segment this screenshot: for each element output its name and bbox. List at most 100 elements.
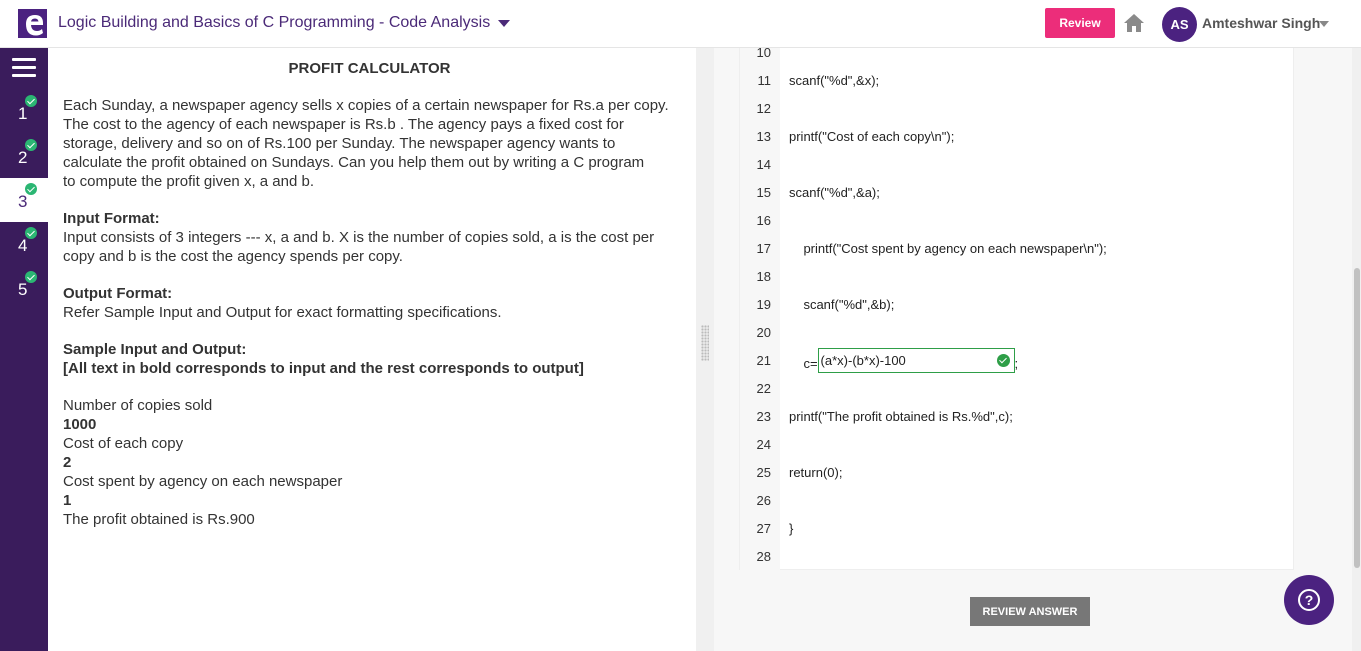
code-suffix: ; bbox=[1014, 355, 1019, 371]
line-number: 10 bbox=[756, 45, 771, 60]
question-number: 1 bbox=[18, 104, 28, 123]
question-number: 2 bbox=[18, 148, 28, 167]
description-line: calculate the profit obtained on Sundays… bbox=[63, 154, 645, 171]
user-name[interactable]: Amteshwar Singh bbox=[1202, 15, 1320, 31]
question-nav-3[interactable]: 3 bbox=[0, 178, 48, 222]
code-line: 21 c= (a*x)-(b*x)-100; bbox=[740, 348, 1295, 380]
menu-icon[interactable] bbox=[12, 58, 36, 78]
line-number: 28 bbox=[756, 549, 771, 564]
sample-note: [All text in bold corresponds to input a… bbox=[63, 360, 584, 377]
code-line: 23 printf("The profit obtained is Rs.%d",… bbox=[740, 408, 1295, 436]
code-line: 17 printf("Cost spent by agency on each … bbox=[740, 240, 1295, 268]
code-text: printf("The profit obtained is Rs.%d",c)… bbox=[789, 409, 1013, 424]
code-line: 12 bbox=[740, 100, 1295, 128]
code-prefix: c= bbox=[789, 355, 818, 371]
question-number: 5 bbox=[18, 280, 28, 299]
check-icon bbox=[25, 271, 37, 283]
output-format-section: Output Format: Refer Sample Input and Ou… bbox=[63, 284, 688, 322]
code-line: 24 bbox=[740, 436, 1295, 464]
line-number: 20 bbox=[756, 325, 771, 340]
code-line: 22 bbox=[740, 380, 1295, 408]
line-number: 18 bbox=[756, 269, 771, 284]
line-number: 12 bbox=[756, 101, 771, 116]
code-line: 28 bbox=[740, 548, 1295, 576]
code-text: printf("Cost of each copy\n"); bbox=[789, 129, 955, 144]
check-icon bbox=[25, 95, 37, 107]
input-format-section: Input Format: Input consists of 3 intege… bbox=[63, 209, 688, 266]
description-line: to compute the profit given x, a and b. bbox=[63, 173, 314, 190]
code-line: 13 printf("Cost of each copy\n"); bbox=[740, 128, 1295, 156]
output-format-heading: Output Format: bbox=[63, 285, 173, 302]
code-line: 11 scanf("%d",&x); bbox=[740, 72, 1295, 100]
code-line: 14 bbox=[740, 156, 1295, 184]
code-text: scanf("%d",&x); bbox=[789, 73, 880, 88]
check-icon bbox=[25, 227, 37, 239]
input-format-line: copy and b is the cost the agency spends… bbox=[63, 248, 403, 265]
line-number: 23 bbox=[756, 409, 771, 424]
line-number: 27 bbox=[756, 521, 771, 536]
code-text: c= (a*x)-(b*x)-100; bbox=[789, 348, 1019, 377]
drag-handle-icon[interactable] bbox=[701, 325, 709, 361]
help-icon: ? bbox=[1298, 589, 1320, 611]
sample-input-line: 1000 bbox=[63, 416, 97, 433]
page-scrollbar[interactable] bbox=[1352, 48, 1361, 651]
help-button[interactable]: ? bbox=[1284, 575, 1334, 625]
problem-description: Each Sunday, a newspaper agency sells x … bbox=[63, 96, 688, 191]
line-number: 22 bbox=[756, 381, 771, 396]
sample-heading: Sample Input and Output: bbox=[63, 341, 247, 358]
code-line: 19 scanf("%d",&b); bbox=[740, 296, 1295, 324]
description-line: storage, delivery and so on of Rs.100 pe… bbox=[63, 135, 616, 152]
input-format-heading: Input Format: bbox=[63, 210, 160, 227]
output-format-text: Refer Sample Input and Output for exact … bbox=[63, 304, 502, 321]
line-number: 19 bbox=[756, 297, 771, 312]
problem-title: PROFIT CALCULATOR bbox=[288, 60, 451, 77]
code-line: 27} bbox=[740, 520, 1295, 548]
home-icon[interactable] bbox=[1123, 12, 1145, 34]
question-nav-5[interactable]: 5 bbox=[0, 266, 48, 310]
question-nav-4[interactable]: 4 bbox=[0, 222, 48, 266]
question-number: 3 bbox=[18, 192, 28, 211]
check-icon bbox=[996, 354, 1010, 367]
code-text: scanf("%d",&a); bbox=[789, 185, 880, 200]
question-nav-2[interactable]: 2 bbox=[0, 134, 48, 178]
check-icon bbox=[25, 139, 37, 151]
line-number: 11 bbox=[757, 73, 772, 88]
scrollbar-thumb[interactable] bbox=[1354, 268, 1360, 568]
code-text: printf("Cost spent by agency on each new… bbox=[789, 241, 1107, 256]
line-number: 13 bbox=[756, 129, 771, 144]
line-number: 25 bbox=[756, 465, 771, 480]
problem-pane: PROFIT CALCULATOR Each Sunday, a newspap… bbox=[48, 48, 696, 651]
line-number: 21 bbox=[756, 353, 771, 368]
code-line: 15 scanf("%d",&a); bbox=[740, 184, 1295, 212]
sample-section: Sample Input and Output: [All text in bo… bbox=[63, 340, 688, 378]
code-editor[interactable]: 10 11 scanf("%d",&x); 12 13 printf("Cost of e… bbox=[739, 45, 1295, 570]
logo-icon[interactable] bbox=[18, 9, 47, 38]
sample-input-line: 2 bbox=[63, 454, 72, 471]
course-title-dropdown[interactable]: Logic Building and Basics of C Programmi… bbox=[58, 14, 511, 32]
code-text: } bbox=[789, 521, 794, 536]
question-nav-1[interactable]: 1 bbox=[0, 90, 48, 134]
sample-output-line: Cost of each copy bbox=[63, 435, 184, 452]
code-line: 10 bbox=[740, 44, 1295, 72]
avatar[interactable]: AS bbox=[1162, 7, 1197, 42]
caret-down-icon bbox=[498, 19, 511, 27]
chevron-down-icon[interactable] bbox=[1319, 21, 1329, 27]
answer-value: (a*x)-(b*x)-100 bbox=[820, 353, 906, 368]
code-text: return(0); bbox=[789, 465, 843, 480]
line-number: 16 bbox=[756, 213, 771, 228]
description-line: The cost to the agency of each newspaper… bbox=[63, 116, 624, 133]
problem-body: Each Sunday, a newspaper agency sells x … bbox=[63, 96, 688, 547]
line-number: 14 bbox=[756, 157, 771, 172]
check-icon bbox=[25, 183, 37, 195]
input-format-line: Input consists of 3 integers --- x, a an… bbox=[63, 229, 655, 246]
review-button[interactable]: Review bbox=[1045, 8, 1115, 38]
question-sidebar: 1 2 3 4 5 bbox=[0, 48, 48, 651]
description-line: Each Sunday, a newspaper agency sells x … bbox=[63, 97, 669, 114]
top-header: Logic Building and Basics of C Programmi… bbox=[0, 0, 1361, 48]
code-text: scanf("%d",&b); bbox=[789, 297, 895, 312]
review-answer-button[interactable]: REVIEW ANSWER bbox=[970, 597, 1090, 626]
code-line: 26 bbox=[740, 492, 1295, 520]
sample-output-line: Cost spent by agency on each newspaper bbox=[63, 473, 343, 490]
answer-blank-input[interactable]: (a*x)-(b*x)-100 bbox=[817, 348, 1015, 373]
line-number: 26 bbox=[756, 493, 771, 508]
